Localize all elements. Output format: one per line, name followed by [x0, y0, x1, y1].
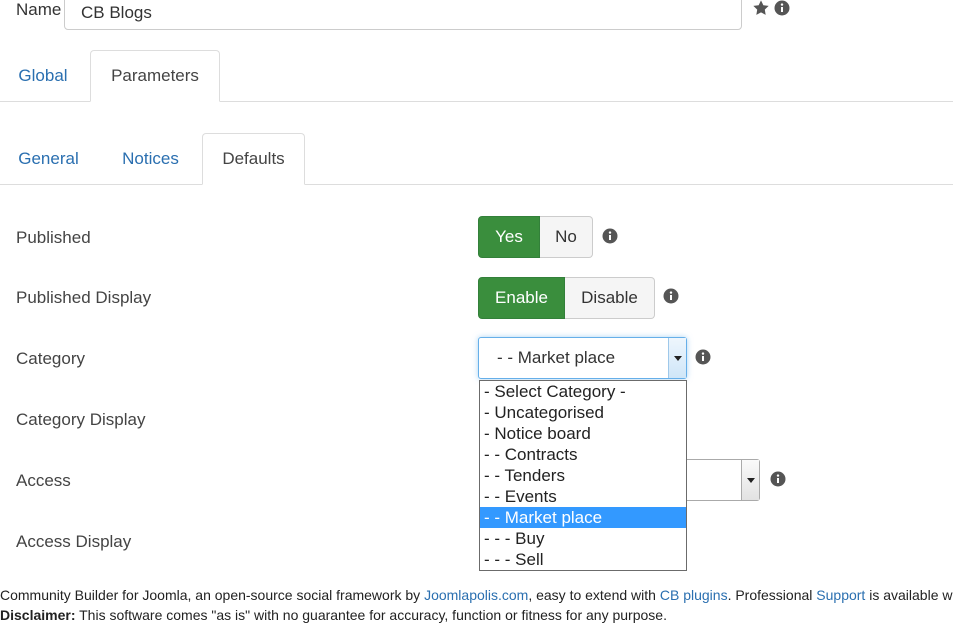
- published-display-toggle: Enable Disable: [478, 277, 655, 319]
- chevron-down-icon[interactable]: [668, 338, 686, 378]
- category-option[interactable]: - Notice board: [480, 423, 686, 444]
- chevron-down-icon[interactable]: [741, 460, 759, 500]
- disclaimer-text: This software comes "as is" with no guar…: [75, 607, 667, 623]
- published-label: Published: [16, 228, 91, 247]
- tab-global[interactable]: Global: [0, 50, 86, 102]
- category-select-value: - - Market place: [497, 348, 616, 367]
- category-option[interactable]: - - Tenders: [480, 465, 686, 486]
- tab-notices-label: Notices: [122, 149, 179, 168]
- footer-text: . Professional: [727, 587, 817, 603]
- info-icon[interactable]: [774, 0, 790, 16]
- star-icon[interactable]: [752, 0, 770, 17]
- category-option[interactable]: - Select Category -: [480, 381, 686, 402]
- category-option-selected[interactable]: - - Market place: [480, 507, 686, 528]
- access-label: Access: [16, 471, 71, 490]
- support-link[interactable]: Support: [816, 587, 865, 603]
- name-input[interactable]: CB Blogs: [64, 0, 742, 30]
- tab-defaults-label: Defaults: [222, 149, 285, 168]
- footer-disclaimer: Disclaimer: This software comes "as is" …: [0, 607, 667, 623]
- disclaimer-label: Disclaimer:: [0, 607, 76, 623]
- category-info-icon[interactable]: [695, 349, 711, 365]
- tab-general[interactable]: General: [0, 133, 97, 185]
- published-no-button[interactable]: No: [540, 216, 593, 258]
- category-option[interactable]: - - Contracts: [480, 444, 686, 465]
- tab-parameters[interactable]: Parameters: [90, 50, 220, 102]
- published-display-label: Published Display: [16, 288, 152, 307]
- access-info-icon[interactable]: [770, 471, 786, 487]
- category-option[interactable]: - - - Sell: [480, 549, 686, 570]
- disable-button[interactable]: Disable: [565, 277, 655, 319]
- name-label: Name: [16, 0, 62, 19]
- published-yes-button[interactable]: Yes: [478, 216, 540, 258]
- access-display-label: Access Display: [16, 532, 132, 551]
- category-label: Category: [16, 349, 85, 368]
- tab-defaults[interactable]: Defaults: [202, 133, 305, 185]
- category-option[interactable]: - - Events: [480, 486, 686, 507]
- cb-plugins-link[interactable]: CB plugins: [660, 587, 728, 603]
- tab-parameters-label: Parameters: [111, 66, 199, 85]
- published-toggle: Yes No: [478, 216, 593, 258]
- footer-credits: Community Builder for Joomla, an open-so…: [0, 587, 952, 603]
- footer-text: is available w: [865, 587, 953, 603]
- enable-button[interactable]: Enable: [478, 277, 565, 319]
- category-select[interactable]: - - Market place: [478, 337, 687, 379]
- footer-text: Community Builder for Joomla, an open-so…: [0, 587, 425, 603]
- published-display-info-icon[interactable]: [663, 288, 679, 304]
- joomlapolis-link[interactable]: Joomlapolis.com: [424, 587, 528, 603]
- tab-notices[interactable]: Notices: [103, 133, 198, 185]
- category-display-label: Category Display: [16, 410, 146, 429]
- tab-general-label: General: [18, 149, 79, 168]
- category-dropdown-list[interactable]: - Select Category - - Uncategorised - No…: [479, 380, 687, 571]
- published-info-icon[interactable]: [602, 228, 618, 244]
- category-option[interactable]: - Uncategorised: [480, 402, 686, 423]
- category-option[interactable]: - - - Buy: [480, 528, 686, 549]
- tab-global-label: Global: [18, 66, 68, 85]
- footer-text: , easy to extend with: [528, 587, 660, 603]
